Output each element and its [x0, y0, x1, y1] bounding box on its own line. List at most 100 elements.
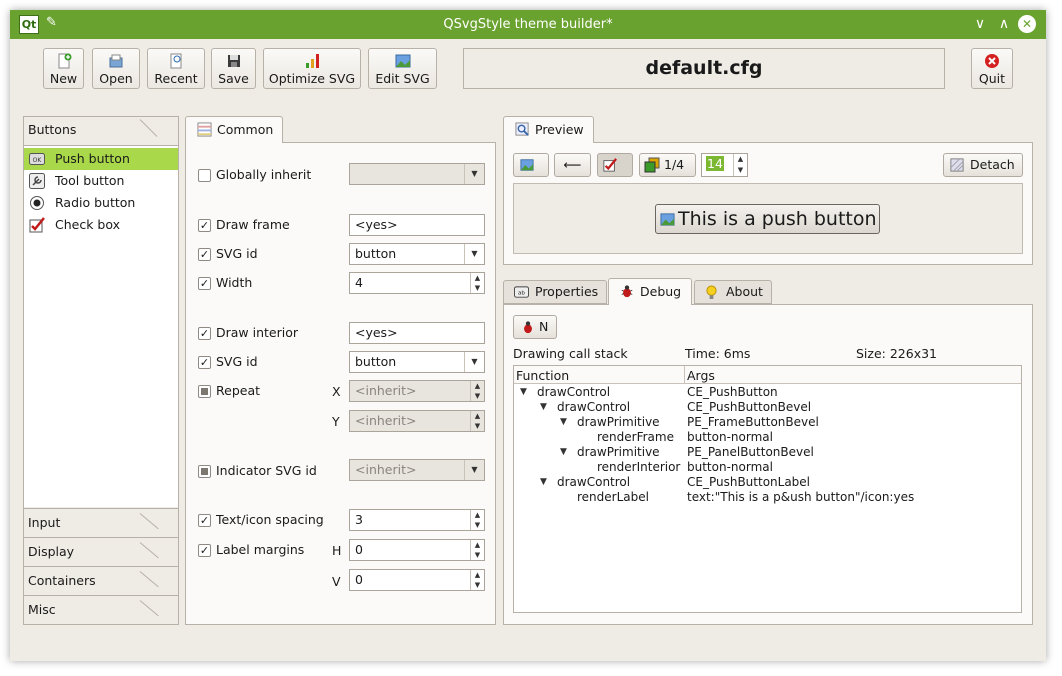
spinner-arrows-icon[interactable]: ▲ ▼: [470, 540, 484, 560]
list-item-check-box[interactable]: Check box: [24, 214, 178, 236]
page-cycle-button[interactable]: 1/4: [639, 153, 696, 177]
tree-row[interactable]: renderLabel text:"This is a p&ush button"…: [514, 490, 1021, 505]
tree-row[interactable]: renderInterior button-normal: [514, 460, 1021, 475]
indicator-svg-id-combo: <inherit> ▼: [349, 459, 485, 481]
spinner-arrows-icon[interactable]: ▲ ▼: [470, 273, 484, 293]
toolbox-header-misc[interactable]: Misc: [24, 595, 178, 624]
preview-push-button[interactable]: This is a push button: [655, 204, 880, 234]
chevron-down-icon[interactable]: ▼: [464, 244, 484, 264]
toolbox-header-input[interactable]: Input: [24, 508, 178, 537]
draw-interior-input[interactable]: <yes>: [349, 322, 485, 344]
open-button[interactable]: Open: [92, 48, 140, 89]
tree-row[interactable]: renderFrame button-normal: [514, 430, 1021, 445]
check-box-icon: [603, 158, 617, 172]
svg-id-combo[interactable]: button ▼: [349, 243, 485, 265]
display-section-label: Display: [28, 544, 75, 559]
maximize-button[interactable]: ∧: [994, 14, 1014, 34]
save-button[interactable]: Save: [211, 48, 256, 89]
column-function[interactable]: Function: [516, 368, 569, 383]
optimize-svg-button[interactable]: Optimize SVG: [263, 48, 361, 89]
recent-icon: [170, 53, 182, 69]
tab-preview[interactable]: Preview: [503, 116, 594, 143]
expand-arrow-icon[interactable]: ▼: [540, 475, 547, 490]
spinner-arrows-icon[interactable]: ▲ ▼: [470, 510, 484, 530]
draw-frame-input[interactable]: <yes>: [349, 214, 485, 236]
tree-row[interactable]: ▼ drawControl CE_PushButton: [514, 385, 1021, 400]
width-spinbox[interactable]: 4 ▲ ▼: [349, 272, 485, 294]
expand-arrow-icon[interactable]: ▼: [560, 415, 567, 430]
row-function: renderFrame: [597, 430, 674, 444]
spinner-arrows-icon[interactable]: ▲ ▼: [470, 570, 484, 590]
debug-n-button[interactable]: N: [513, 315, 557, 339]
text-icon-spacing-checkbox[interactable]: ✓: [198, 514, 211, 527]
indicator-svg-id-checkbox[interactable]: [198, 465, 211, 478]
spinner-arrows-icon[interactable]: ▲ ▼: [733, 154, 747, 176]
row-args: PE_PanelButtonBevel: [687, 445, 814, 459]
tab-properties[interactable]: ab Properties: [503, 280, 607, 304]
margin-h-spinbox[interactable]: 0 ▲ ▼: [349, 539, 485, 561]
call-stack-tree[interactable]: Function Args ▼ drawControl CE_PushButton …: [513, 365, 1022, 613]
row-function: renderLabel: [577, 490, 649, 504]
recent-button[interactable]: Recent: [147, 48, 205, 89]
interior-svg-id-combo[interactable]: button ▼: [349, 351, 485, 373]
repeat-checkbox[interactable]: [198, 385, 211, 398]
tree-row[interactable]: ▼ drawPrimitive PE_FrameButtonBevel: [514, 415, 1021, 430]
tree-row[interactable]: ▼ drawPrimitive PE_PanelButtonBevel: [514, 445, 1021, 460]
draw-frame-checkbox[interactable]: ✓: [198, 219, 211, 232]
lightbulb-icon: [706, 285, 717, 299]
time-label: Time: 6ms: [685, 346, 751, 361]
toolbox-header-buttons[interactable]: Buttons: [24, 117, 178, 145]
list-item-push-button[interactable]: OK Push button: [24, 148, 178, 170]
list-item-radio-button[interactable]: Radio button: [24, 192, 178, 214]
preview-panel: ⟵ 1/4 14 ▲ ▼ Detach This is a push button: [503, 142, 1033, 265]
text-icon-spacing-spinbox[interactable]: 3 ▲ ▼: [349, 509, 485, 531]
check-box-label: Check box: [55, 217, 121, 232]
margin-v-spinbox[interactable]: 0 ▲ ▼: [349, 569, 485, 591]
push-button-label: Push button: [55, 151, 130, 166]
recent-label: Recent: [154, 71, 198, 86]
interior-svg-id-checkbox[interactable]: ✓: [198, 356, 211, 369]
svg-text:ab: ab: [518, 290, 525, 296]
tab-about[interactable]: About: [694, 280, 772, 304]
indicator-svg-id-value: <inherit>: [355, 462, 417, 477]
draw-interior-checkbox[interactable]: ✓: [198, 327, 211, 340]
toolbox-header-containers[interactable]: Containers: [24, 566, 178, 595]
check-toggle-button[interactable]: [597, 153, 633, 177]
quit-button[interactable]: Quit: [971, 48, 1013, 89]
column-args[interactable]: Args: [687, 368, 715, 383]
globally-inherit-checkbox[interactable]: [198, 169, 211, 182]
repeat-y-spinbox: <inherit> ▲ ▼: [349, 410, 485, 432]
globally-inherit-label: Globally inherit: [216, 167, 312, 182]
edit-svg-button[interactable]: Edit SVG: [368, 48, 437, 89]
row-args: CE_PushButton: [687, 385, 778, 399]
tree-header: Function Args: [514, 366, 1021, 384]
quit-label: Quit: [978, 71, 1006, 86]
text-icon-spacing-label: Text/icon spacing: [216, 512, 324, 527]
toolbox-header-display[interactable]: Display: [24, 537, 178, 566]
tab-common[interactable]: Common: [185, 116, 283, 143]
width-checkbox[interactable]: ✓: [198, 277, 211, 290]
chevron-down-icon[interactable]: ▼: [464, 352, 484, 372]
filename-display: default.cfg: [463, 48, 945, 89]
tree-row[interactable]: ▼ drawControl CE_PushButtonLabel: [514, 475, 1021, 490]
list-item-tool-button[interactable]: Tool button: [24, 170, 178, 192]
expand-arrow-icon[interactable]: ▼: [540, 400, 547, 415]
new-button[interactable]: New: [43, 48, 84, 89]
svg-id-checkbox[interactable]: ✓: [198, 248, 211, 261]
preview-tab-label: Preview: [535, 122, 584, 137]
row-function: drawPrimitive: [577, 415, 660, 429]
close-button[interactable]: ✕: [1018, 15, 1036, 33]
detach-button[interactable]: Detach: [943, 153, 1023, 177]
icon-toggle-button[interactable]: [513, 153, 549, 177]
tab-debug[interactable]: Debug: [608, 278, 692, 305]
expand-arrow-icon[interactable]: ▼: [520, 385, 527, 400]
properties-icon: ab: [514, 286, 529, 298]
tree-row[interactable]: ▼ drawControl CE_PushButtonBevel: [514, 400, 1021, 415]
label-margins-checkbox[interactable]: ✓: [198, 544, 211, 557]
font-size-spinbox[interactable]: 14 ▲ ▼: [701, 153, 748, 177]
font-size-value: 14: [706, 156, 724, 171]
direction-button[interactable]: ⟵: [554, 153, 591, 177]
expand-arrow-icon[interactable]: ▼: [560, 445, 567, 460]
minimize-button[interactable]: ∨: [970, 14, 990, 34]
open-icon: [109, 54, 123, 68]
